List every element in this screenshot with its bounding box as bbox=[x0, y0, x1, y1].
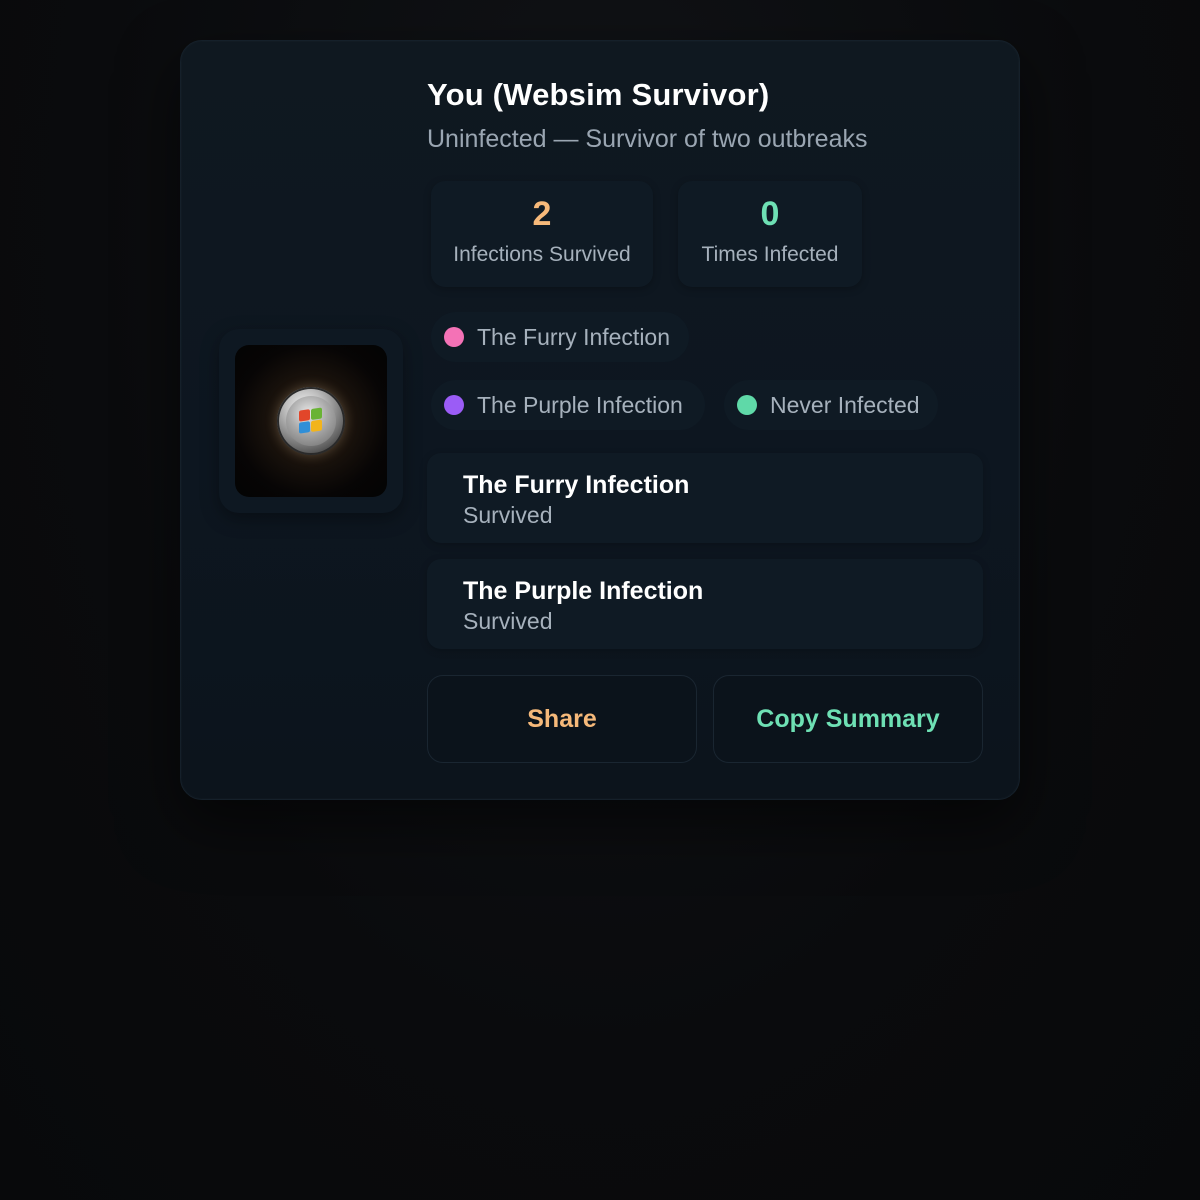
history-item-title: The Purple Infection bbox=[463, 577, 704, 605]
history-item: The Furry Infection Survived bbox=[427, 453, 983, 543]
history-item-status: Survived bbox=[463, 502, 553, 528]
tag-label: The Purple Infection bbox=[477, 392, 683, 418]
tag-never-infected: Never Infected bbox=[724, 380, 938, 430]
stat-label: Infections Survived bbox=[453, 243, 631, 266]
status-dot-icon bbox=[444, 395, 464, 415]
profile-status: Uninfected — Survivor of two outbreaks bbox=[427, 125, 868, 153]
history-item: The Purple Infection Survived bbox=[427, 559, 983, 649]
status-dot-icon bbox=[444, 327, 464, 347]
stat-value: 2 bbox=[532, 195, 552, 233]
stat-infections-survived: 2 Infections Survived bbox=[431, 181, 653, 287]
stat-times-infected: 0 Times Infected bbox=[678, 181, 862, 287]
status-dot-icon bbox=[737, 395, 757, 415]
avatar-frame bbox=[219, 329, 403, 513]
history-item-status: Survived bbox=[463, 608, 553, 634]
survivor-profile-card: You (Websim Survivor) Uninfected — Survi… bbox=[180, 40, 1020, 800]
tag-purple-infection: The Purple Infection bbox=[431, 380, 705, 430]
stat-label: Times Infected bbox=[701, 243, 839, 266]
history-item-title: The Furry Infection bbox=[463, 471, 690, 499]
stat-value: 0 bbox=[760, 195, 780, 233]
windows-orb-icon bbox=[277, 387, 345, 455]
tag-furry-infection: The Furry Infection bbox=[431, 312, 689, 362]
share-button[interactable]: Share bbox=[427, 675, 697, 763]
tag-label: The Furry Infection bbox=[477, 324, 671, 350]
copy-summary-button[interactable]: Copy Summary bbox=[713, 675, 983, 763]
profile-name: You (Websim Survivor) bbox=[427, 77, 770, 112]
avatar bbox=[235, 345, 387, 497]
tag-label: Never Infected bbox=[770, 392, 920, 418]
